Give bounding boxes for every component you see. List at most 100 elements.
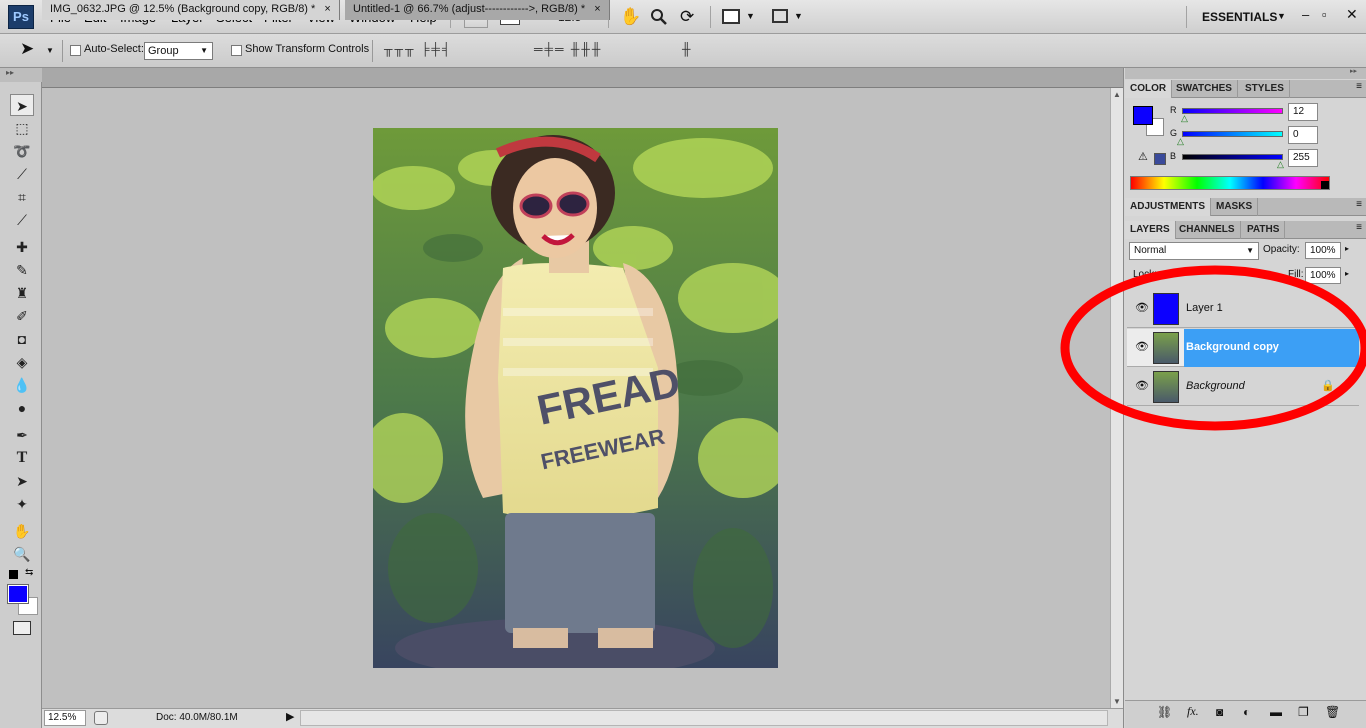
zoom-tool-icon[interactable]: 🔍 xyxy=(10,543,34,565)
auto-select-dropdown[interactable]: Group ▼ xyxy=(144,42,213,60)
new-layer-icon[interactable]: ❐ xyxy=(1298,705,1309,719)
eraser-tool-icon[interactable]: ◘ xyxy=(10,328,34,350)
zoom-tool-icon[interactable] xyxy=(650,8,668,26)
lasso-tool-icon[interactable]: ➰ xyxy=(10,140,34,162)
move-tool-icon[interactable]: ➤ xyxy=(20,39,34,59)
tab-styles[interactable]: STYLES xyxy=(1240,80,1290,98)
default-colors-icon[interactable] xyxy=(9,570,18,579)
out-of-gamut-warning-icon[interactable]: ⚠ xyxy=(1138,150,1148,163)
workspace-switcher[interactable]: ESSENTIALS xyxy=(1202,10,1277,24)
status-menu-arrow-icon[interactable]: ▶ xyxy=(286,710,294,723)
status-zoom-field[interactable]: 12.5% xyxy=(44,710,86,726)
tab-color[interactable]: COLOR xyxy=(1125,80,1173,98)
opacity-input[interactable]: 100% xyxy=(1305,242,1341,259)
panel-menu-icon[interactable]: ≡ xyxy=(1356,222,1362,233)
restore-icon[interactable]: ▫ xyxy=(1322,7,1327,22)
brush-tool-icon[interactable]: ✎ xyxy=(10,259,34,281)
type-tool-icon[interactable]: T xyxy=(10,447,34,469)
blue-slider[interactable] xyxy=(1182,154,1283,160)
tab-adjustments[interactable]: ADJUSTMENTS xyxy=(1125,198,1212,216)
dodge-tool-icon[interactable]: ● xyxy=(10,397,34,419)
eyedropper-tool-icon[interactable]: ⟋ xyxy=(10,209,34,231)
panel-menu-icon[interactable]: ≡ xyxy=(1356,199,1362,210)
layer-row-selected[interactable]: 👁 Background copy xyxy=(1127,329,1359,367)
link-layers-icon[interactable]: ⛓ xyxy=(1157,705,1172,719)
blend-mode-dropdown[interactable]: Normal ▼ xyxy=(1129,242,1259,260)
opacity-slider-arrow-icon[interactable]: ▸ xyxy=(1345,244,1349,253)
color-spectrum-ramp[interactable] xyxy=(1130,176,1330,190)
scroll-down-icon[interactable]: ▼ xyxy=(1113,697,1121,706)
foreground-color-swatch[interactable] xyxy=(7,584,29,604)
arrange-documents-icon[interactable] xyxy=(722,9,740,24)
gamut-color-swatch[interactable] xyxy=(1154,153,1166,165)
layer-row[interactable]: 👁 Background 🔒 xyxy=(1127,368,1359,406)
slider-thumb-icon[interactable]: △ xyxy=(1177,136,1184,147)
green-value-input[interactable]: 0 xyxy=(1288,126,1318,144)
healing-brush-tool-icon[interactable]: ✚ xyxy=(10,236,34,258)
vertical-scrollbar[interactable]: ▲ ▼ xyxy=(1110,88,1123,708)
crop-tool-icon[interactable]: ⌗ xyxy=(10,186,34,208)
shape-tool-icon[interactable]: ✦ xyxy=(10,493,34,515)
path-selection-tool-icon[interactable]: ➤ xyxy=(10,470,34,492)
horizontal-scrollbar[interactable] xyxy=(300,710,1108,726)
visibility-eye-icon[interactable]: 👁 xyxy=(1135,341,1149,353)
tab-channels[interactable]: CHANNELS xyxy=(1174,221,1241,239)
auto-select-checkbox[interactable] xyxy=(70,45,81,56)
visibility-eye-icon[interactable]: 👁 xyxy=(1135,380,1149,392)
close-icon[interactable]: ✕ xyxy=(1346,6,1358,23)
tab-swatches[interactable]: SWATCHES xyxy=(1171,80,1238,98)
chevron-down-icon[interactable]: ▼ xyxy=(1277,11,1286,21)
blur-tool-icon[interactable]: 💧 xyxy=(10,374,34,396)
marquee-tool-icon[interactable]: ⬚ xyxy=(10,117,34,139)
swap-colors-icon[interactable]: ⇆ xyxy=(25,567,33,578)
chevron-down-icon[interactable]: ▼ xyxy=(46,46,54,55)
fill-input[interactable]: 100% xyxy=(1305,267,1341,284)
pen-tool-icon[interactable]: ✒ xyxy=(10,424,34,446)
photoshop-logo[interactable]: Ps xyxy=(8,5,34,29)
rotate-view-icon[interactable]: ⟳ xyxy=(680,7,694,27)
history-brush-tool-icon[interactable]: ✐ xyxy=(10,305,34,327)
fill-slider-arrow-icon[interactable]: ▸ xyxy=(1345,269,1349,278)
document-image[interactable]: FREAD FREEWEAR xyxy=(373,128,778,668)
show-transform-checkbox[interactable] xyxy=(231,45,242,56)
document-tab[interactable]: Untitled-1 @ 66.7% (adjust------------>,… xyxy=(345,0,610,20)
hand-tool-icon[interactable]: ✋ xyxy=(10,520,34,542)
close-icon[interactable]: × xyxy=(594,3,600,15)
tab-layers[interactable]: LAYERS xyxy=(1125,221,1176,239)
paint-bucket-tool-icon[interactable]: ◈ xyxy=(10,351,34,373)
scroll-up-icon[interactable]: ▲ xyxy=(1113,90,1121,99)
slider-thumb-icon[interactable]: △ xyxy=(1181,113,1188,124)
auto-align-layers-icon[interactable]: ╫ xyxy=(682,42,693,56)
panel-menu-icon[interactable]: ≡ xyxy=(1356,81,1362,92)
distribute-buttons[interactable]: ═╪═ ╫╫╫ xyxy=(534,42,602,56)
adjustment-layer-icon[interactable]: ◐ xyxy=(1243,705,1250,719)
red-value-input[interactable]: 12 xyxy=(1288,103,1318,121)
new-group-icon[interactable]: ▬ xyxy=(1270,705,1282,719)
add-mask-icon[interactable]: ◙ xyxy=(1216,705,1223,719)
green-slider[interactable] xyxy=(1182,131,1283,137)
black-swatch[interactable] xyxy=(1321,181,1329,189)
delete-layer-icon[interactable]: 🗑 xyxy=(1325,705,1340,719)
quick-mask-icon[interactable] xyxy=(13,621,31,635)
red-slider[interactable] xyxy=(1182,108,1283,114)
layer-row[interactable]: 👁 Layer 1 xyxy=(1127,290,1359,328)
hand-tool-icon[interactable]: ✋ xyxy=(620,7,641,27)
move-tool-icon[interactable]: ➤ xyxy=(10,94,34,116)
slider-thumb-icon[interactable]: △ xyxy=(1277,159,1284,170)
blue-value-input[interactable]: 255 xyxy=(1288,149,1318,167)
foreground-color-swatch[interactable] xyxy=(1133,106,1153,125)
chevron-down-icon[interactable]: ▼ xyxy=(794,11,803,21)
screen-mode-icon[interactable] xyxy=(772,9,788,23)
chevron-down-icon[interactable]: ▼ xyxy=(746,11,755,21)
close-icon[interactable]: × xyxy=(324,3,330,15)
toolbox-collapse-icon[interactable]: ▸▸ xyxy=(0,68,42,82)
tab-paths[interactable]: PATHS xyxy=(1242,221,1286,239)
status-info-icon[interactable] xyxy=(94,711,108,725)
align-buttons[interactable]: ╥╥╥ ╞╪╡ xyxy=(384,42,452,56)
layer-style-icon[interactable]: fx. xyxy=(1187,704,1199,719)
visibility-eye-icon[interactable]: 👁 xyxy=(1135,302,1149,314)
document-tab-active[interactable]: IMG_0632.JPG @ 12.5% (Background copy, R… xyxy=(42,0,340,20)
clone-stamp-tool-icon[interactable]: ♜ xyxy=(10,282,34,304)
tab-masks[interactable]: MASKS xyxy=(1211,198,1259,216)
minimize-icon[interactable]: – xyxy=(1302,7,1309,22)
